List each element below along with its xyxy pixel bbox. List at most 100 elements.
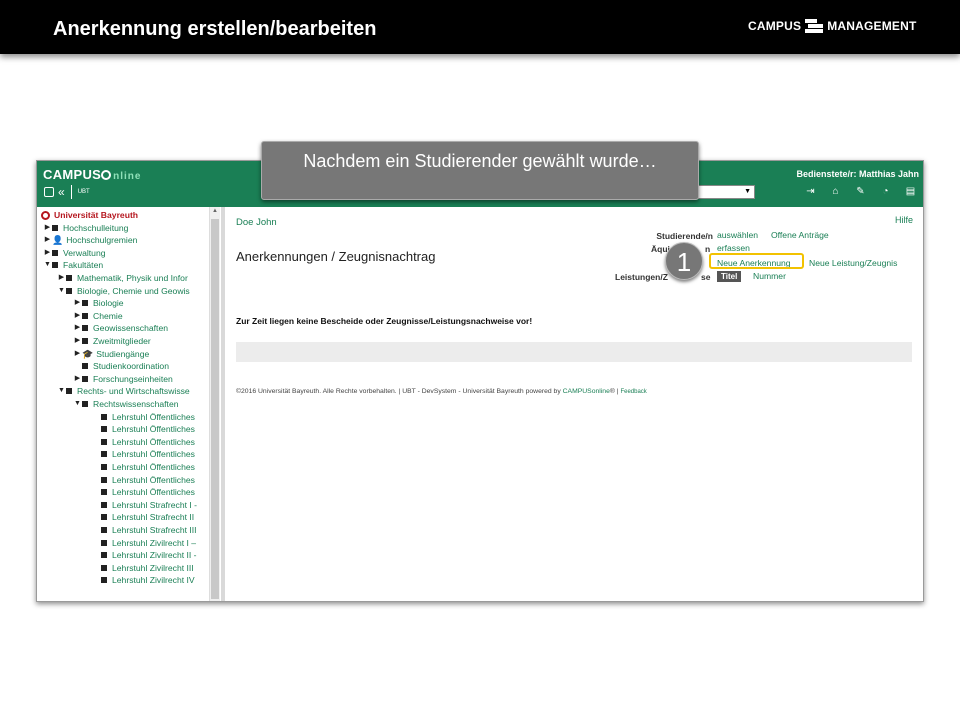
expand-arrow-icon[interactable]: ▶ (57, 272, 66, 284)
tree-item-label: Lehrstuhl Zivilrecht I – (112, 537, 197, 548)
tree-item-label: Lehrstuhl Zivilrecht III (112, 562, 194, 573)
page-title: Anerkennungen / Zeugnisnachtrag (236, 249, 436, 264)
sort-title-button[interactable]: Titel (717, 271, 742, 282)
slide-header: Anerkennung erstellen/bearbeiten CAMPUS … (0, 0, 960, 54)
tree-item[interactable]: Lehrstuhl Strafrecht III (101, 524, 197, 536)
expand-arrow-icon[interactable]: ▶ (73, 310, 82, 322)
tree-item[interactable]: ▶ Forschungseinheiten (73, 373, 173, 385)
collapse-arrow-icon[interactable]: ▼ (73, 398, 82, 410)
logout-icon[interactable]: ⇥ (804, 186, 817, 197)
tree-item[interactable]: Lehrstuhl Öffentliches (101, 411, 195, 423)
tree-item-label: Lehrstuhl Strafrecht I - (112, 499, 198, 510)
tree-item[interactable]: ▶ Mathematik, Physik und Infor (57, 272, 188, 284)
sort-number-link[interactable]: Nummer (753, 271, 786, 281)
expand-arrow-icon[interactable]: ▶ (73, 322, 82, 334)
organisation-tree: Universität Bayreuth ▶ Hochschulleitung ▶ 👤 H… (37, 207, 221, 601)
tree-item-label: Zweitmitglieder (93, 336, 151, 346)
label-performances: Leistungen/Z (615, 272, 668, 282)
help-link[interactable]: Hilfe (895, 215, 913, 225)
expand-arrow-icon[interactable]: ▶ (43, 234, 52, 246)
tree-item[interactable]: ▼ Biologie, Chemie und Geowis (57, 285, 190, 297)
tree-item[interactable]: ▼ Rechtswissenschaften (73, 398, 178, 410)
home-icon[interactable]: ⌂ (829, 186, 842, 197)
tree-item[interactable]: Lehrstuhl Öffentliches (101, 474, 195, 486)
tree-item[interactable]: Lehrstuhl Zivilrecht I – (101, 537, 196, 549)
node-square-icon (82, 375, 88, 382)
tree-item[interactable]: ▶ Hochschulleitung (43, 222, 129, 234)
edit-icon[interactable]: ✎ (854, 186, 867, 197)
tree-item-label: Geowissenschaften (93, 323, 168, 334)
tree-item[interactable]: ▶ 🎓 Studiengänge (73, 348, 149, 360)
collapse-arrow-icon[interactable]: ▼ (57, 385, 66, 397)
tree-item-label: Rechts- und Wirtschaftswisse (77, 386, 190, 397)
label-performances-tail: se (701, 272, 711, 282)
tree-item[interactable]: ▼ Rechts- und Wirtschaftswisse (57, 385, 190, 397)
tree-item[interactable]: ▶ 👤 Hochschulgremien (43, 234, 138, 246)
new-performance-link[interactable]: Neue Leistung/Zeugnis (809, 258, 897, 268)
tree-item[interactable]: Lehrstuhl Öffentliches (101, 486, 195, 498)
tree-item-label: Lehrstuhl Zivilrecht IV (112, 575, 195, 586)
graduation-cap-icon: 🎓 (82, 348, 94, 359)
tree-item-label: Lehrstuhl Zivilrecht II - (112, 550, 197, 561)
tree-item[interactable]: Lehrstuhl Zivilrecht II - (101, 549, 197, 561)
logo-text-right: MANAGEMENT (827, 19, 917, 33)
student-name-link[interactable]: Doe John (236, 217, 277, 228)
tree-item-label: Forschungseinheiten (93, 373, 173, 384)
footer: ©2016 Universität Bayreuth. Alle Rechte … (236, 388, 647, 395)
dashboard-icon[interactable]: ◔ (879, 186, 892, 197)
select-student-link[interactable]: auswählen (717, 230, 758, 240)
tree-item[interactable]: Lehrstuhl Zivilrecht IV (101, 574, 195, 586)
tree-scrollbar[interactable]: ▲ (209, 207, 220, 601)
capture-equivalence-link[interactable]: erfassen (717, 243, 750, 253)
tree-item-label: Lehrstuhl Öffentliches (112, 424, 195, 435)
tree-item[interactable]: ▶ Geowissenschaften (73, 322, 168, 334)
tree-root[interactable]: Universität Bayreuth (41, 209, 138, 221)
collapse-icon[interactable]: « (58, 185, 65, 199)
tree-item[interactable]: ▶ Chemie (73, 310, 123, 322)
tree-item[interactable]: Studienkoordination (73, 360, 169, 372)
node-square-icon (101, 527, 107, 533)
expand-arrow-icon[interactable]: ▶ (43, 247, 52, 259)
tree-item[interactable]: Lehrstuhl Strafrecht II (101, 511, 194, 523)
main-content: Doe John Hilfe Anerkennungen / Zeugnisna… (225, 207, 923, 601)
window-icon[interactable] (44, 187, 54, 197)
tree-item[interactable]: ▶ Zweitmitglieder (73, 335, 151, 347)
tree-item[interactable]: Lehrstuhl Strafrecht I - (101, 499, 197, 511)
expand-arrow-icon[interactable]: ▶ (73, 335, 82, 347)
tree-item-label: Verwaltung (63, 247, 106, 258)
open-requests-link[interactable]: Offene Anträge (771, 230, 829, 240)
book-icon[interactable]: ▤ (904, 186, 917, 197)
tree-item[interactable]: Lehrstuhl Zivilrecht III (101, 562, 194, 574)
tree-item-label: Universität Bayreuth (54, 210, 139, 220)
tree-item-label: Studiengänge (96, 348, 150, 359)
tree-item[interactable]: Lehrstuhl Öffentliches (101, 461, 195, 473)
step-badge: 1 (665, 242, 703, 280)
highlight-box (709, 253, 804, 269)
scrollbar-thumb[interactable] (211, 219, 219, 599)
tree-item-label: Chemie (93, 310, 123, 321)
tree-item[interactable]: ▼ Fakultäten (43, 259, 103, 271)
tree-item[interactable]: Lehrstuhl Öffentliches (101, 423, 195, 435)
campusonline-link[interactable]: CAMPUSonline (563, 388, 610, 395)
feedback-link[interactable]: Feedback (620, 389, 646, 395)
expand-arrow-icon[interactable]: ▶ (73, 348, 82, 360)
scroll-up-icon[interactable]: ▲ (210, 208, 220, 214)
collapse-arrow-icon[interactable]: ▼ (57, 285, 66, 297)
tree-item[interactable]: ▶ Biologie (73, 297, 124, 309)
tree-item-label: Lehrstuhl Strafrecht II (112, 512, 195, 523)
collapse-arrow-icon[interactable]: ▼ (43, 259, 52, 271)
node-square-icon (101, 501, 107, 508)
logo-text-left: CAMPUS (748, 19, 802, 33)
node-square-icon (101, 438, 107, 445)
tree-item[interactable]: ▶ Verwaltung (43, 247, 106, 259)
expand-arrow-icon[interactable]: ▶ (43, 222, 52, 234)
node-square-icon (101, 577, 107, 584)
expand-arrow-icon[interactable]: ▶ (73, 297, 82, 309)
expand-arrow-icon[interactable]: ▶ (73, 373, 82, 385)
node-square-icon (101, 451, 107, 458)
tree-item[interactable]: Lehrstuhl Öffentliches (101, 436, 195, 448)
campusonline-logo[interactable]: CAMPUS nline (43, 167, 141, 182)
grey-bar (236, 342, 912, 362)
tree-item[interactable]: Lehrstuhl Öffentliches (101, 448, 195, 460)
node-square-icon (82, 300, 88, 307)
